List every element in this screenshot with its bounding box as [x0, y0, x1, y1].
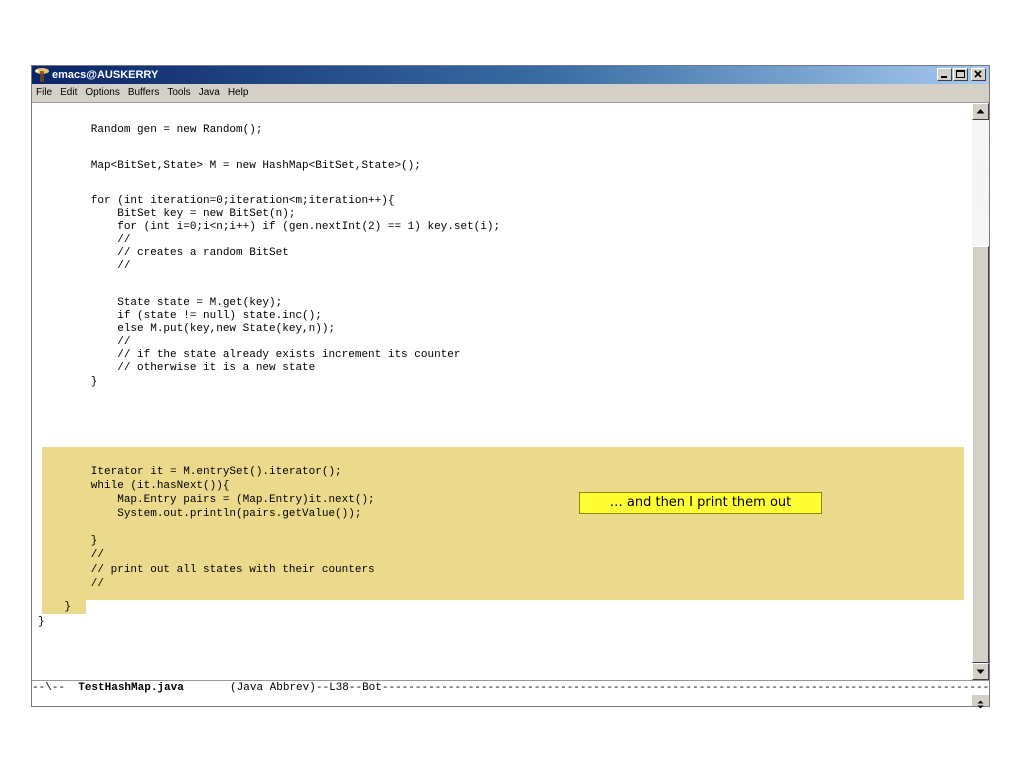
arrow-up-icon	[976, 109, 985, 114]
code-line[interactable]: //	[38, 260, 130, 273]
code-line[interactable]: // print out all states with their count…	[38, 564, 375, 577]
code-line[interactable]: // if the state already exists increment…	[38, 349, 460, 362]
code-line[interactable]: else M.put(key,new State(key,n));	[38, 323, 335, 336]
scrollbar-track[interactable]	[972, 120, 989, 246]
code-line[interactable]: // otherwise it is a new state	[38, 362, 315, 375]
code-line[interactable]: System.out.println(pairs.getValue());	[38, 508, 361, 521]
annotation-callout: … and then I print them out	[579, 492, 822, 514]
code-line[interactable]: }	[38, 601, 71, 614]
vertical-scrollbar[interactable]	[972, 103, 989, 680]
close-button[interactable]	[971, 68, 986, 81]
code-line[interactable]: Iterator it = M.entrySet().iterator();	[38, 466, 342, 479]
code-line[interactable]: Random gen = new Random();	[38, 124, 263, 137]
code-line[interactable]: //	[38, 549, 104, 562]
code-line[interactable]: for (int iteration=0;iteration<m;iterati…	[38, 195, 395, 208]
code-line[interactable]: BitSet key = new BitSet(n);	[38, 208, 295, 221]
code-line[interactable]: State state = M.get(key);	[38, 297, 282, 310]
menu-buffers[interactable]: Buffers	[124, 84, 164, 102]
code-line[interactable]: if (state != null) state.inc();	[38, 310, 322, 323]
menu-tools[interactable]: Tools	[163, 84, 194, 102]
maximize-icon	[956, 70, 965, 78]
code-line[interactable]: Map.Entry pairs = (Map.Entry)it.next();	[38, 494, 374, 507]
menu-file[interactable]: File	[32, 84, 56, 102]
code-line[interactable]: Map<BitSet,State> M = new HashMap<BitSet…	[38, 160, 421, 173]
mode-line: --\-- TestHashMap.java (Java Abbrev)--L3…	[32, 680, 989, 696]
mode-line-status: (Java Abbrev)--L38--Bot-----------------…	[230, 682, 989, 694]
menu-help[interactable]: Help	[224, 84, 253, 102]
minibuffer-scroll-spinner[interactable]	[972, 695, 989, 709]
spinner-arrows-icon	[977, 700, 984, 709]
scroll-down-button[interactable]	[972, 663, 989, 680]
menu-bar: File Edit Options Buffers Tools Java Help	[32, 84, 989, 103]
code-line[interactable]: //	[38, 234, 130, 247]
maximize-button[interactable]	[953, 68, 968, 81]
emacs-gnu-icon	[35, 68, 49, 82]
minimize-button[interactable]	[937, 68, 952, 81]
code-editor[interactable]: Random gen = new Random(); Map<BitSet,St…	[32, 103, 972, 680]
window-title: emacs@AUSKERRY	[52, 69, 159, 81]
code-line[interactable]: }	[38, 616, 45, 629]
code-line[interactable]: for (int i=0;i<n;i++) if (gen.nextInt(2)…	[38, 221, 500, 234]
scrollbar-thumb[interactable]	[972, 246, 989, 663]
code-line[interactable]: }	[38, 535, 98, 548]
scroll-up-button[interactable]	[972, 103, 989, 120]
mode-line-prefix: --\--	[32, 682, 79, 694]
menu-java[interactable]: Java	[195, 84, 224, 102]
minibuffer[interactable]	[32, 695, 972, 706]
code-line[interactable]: // creates a random BitSet	[38, 247, 289, 260]
menu-edit[interactable]: Edit	[56, 84, 81, 102]
emacs-window: emacs@AUSKERRY File Edit Options Buffers Too…	[31, 65, 990, 709]
mode-line-buffer-name: TestHashMap.java	[78, 682, 184, 694]
code-line[interactable]: }	[38, 376, 98, 389]
minimize-icon	[941, 76, 947, 78]
title-bar[interactable]: emacs@AUSKERRY	[32, 66, 989, 84]
close-icon	[974, 70, 982, 78]
arrow-down-icon	[976, 669, 985, 674]
code-line[interactable]: //	[38, 578, 104, 591]
menu-options[interactable]: Options	[81, 84, 123, 102]
code-line[interactable]: //	[38, 336, 130, 349]
code-line[interactable]: while (it.hasNext()){	[38, 480, 230, 493]
